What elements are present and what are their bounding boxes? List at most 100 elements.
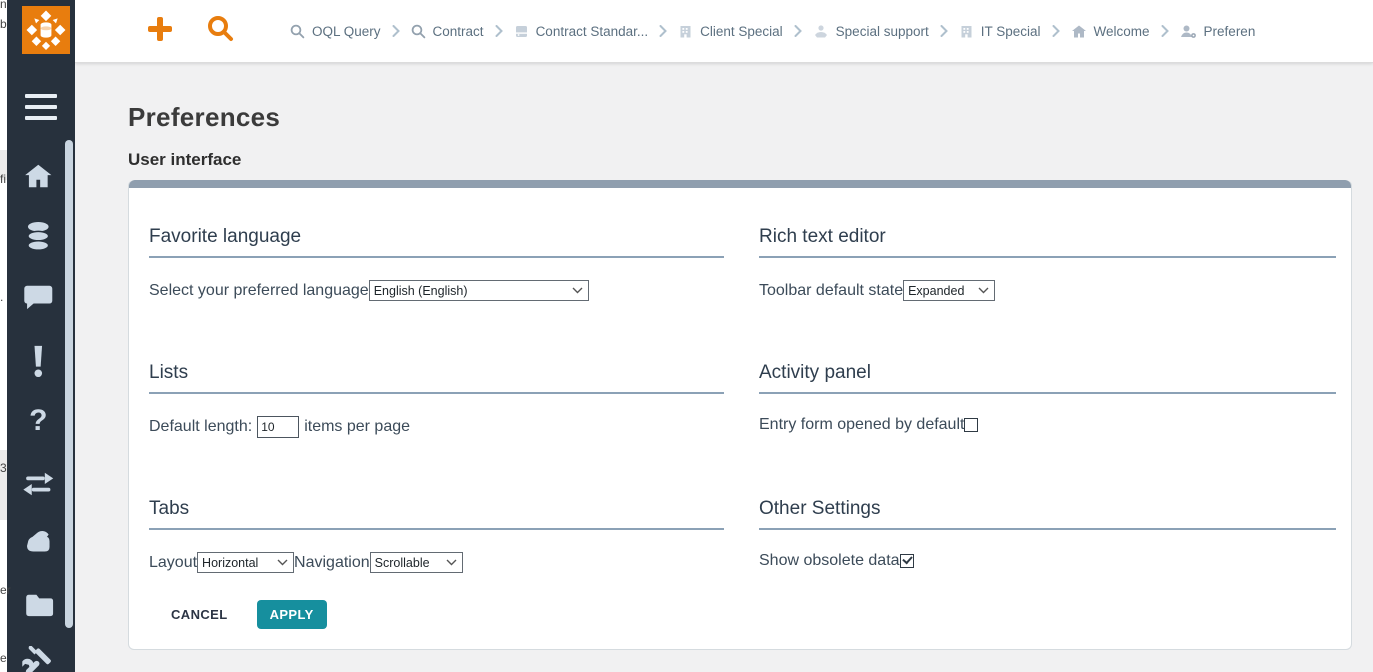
chevron-right-icon — [392, 25, 400, 37]
tabs-layout-select[interactable]: Horizontal — [197, 552, 294, 573]
itop-logo-icon — [26, 10, 66, 50]
exchange-arrows-icon — [22, 470, 54, 498]
section-divider — [149, 256, 724, 258]
default-length-input[interactable] — [257, 416, 299, 438]
itop-logo[interactable] — [22, 6, 70, 54]
menu-toggle-button[interactable] — [25, 94, 57, 126]
support-hand-icon — [813, 24, 829, 39]
search-icon — [206, 15, 234, 43]
edge-text-fragment: fi — [0, 172, 6, 186]
section-divider — [759, 528, 1336, 530]
tabs-navigation-select[interactable]: Scrollable — [370, 552, 463, 573]
items-per-page-label: items per page — [304, 418, 410, 436]
search-icon — [411, 24, 426, 39]
folder-icon — [23, 591, 53, 617]
chevron-down-icon — [572, 287, 583, 294]
background-page-sliver: n b fi . 3 er e — [0, 0, 7, 672]
section-favorite-language: Favorite language Select your preferred … — [149, 224, 724, 304]
section-activity-panel: Activity panel Entry form opened by defa… — [759, 360, 1336, 440]
edge-text-fragment: er — [0, 583, 11, 597]
chevron-right-icon — [1052, 25, 1060, 37]
form-actions: CANCEL APPLY — [149, 596, 1336, 632]
sidebar-item-documents[interactable] — [21, 587, 55, 621]
edge-text-fragment: b — [0, 17, 7, 31]
toolbar-state-select-value: Expanded — [908, 284, 964, 298]
toolbar-state-select[interactable]: Expanded — [903, 280, 995, 301]
cancel-button[interactable]: CANCEL — [159, 599, 240, 630]
organization-icon — [959, 24, 974, 39]
sidebar-item-transfer[interactable] — [21, 467, 55, 501]
search-icon — [290, 24, 305, 39]
question-icon: ? — [29, 404, 47, 438]
itop-preferences-screen: n b fi . 3 er e — [0, 0, 1373, 672]
breadcrumb-label: Client Special — [700, 24, 783, 39]
section-heading: Rich text editor — [759, 224, 886, 250]
global-search-button[interactable] — [206, 15, 234, 48]
section-rich-text-editor: Rich text editor Toolbar default state E… — [759, 224, 1336, 304]
breadcrumb-label: OQL Query — [312, 24, 381, 39]
chevron-down-icon — [277, 559, 288, 566]
breadcrumb-label: Contract Standar... — [536, 24, 649, 39]
create-new-button[interactable] — [146, 15, 174, 48]
database-icon — [23, 221, 53, 253]
chevron-right-icon — [495, 25, 503, 37]
organization-icon — [678, 24, 693, 39]
breadcrumb-label: Contract — [433, 24, 484, 39]
section-other-settings: Other Settings Show obsolete data — [759, 496, 1336, 576]
preferences-panel: Favorite language Select your preferred … — [128, 180, 1352, 650]
plus-icon — [146, 15, 174, 43]
apply-button[interactable]: APPLY — [257, 600, 327, 629]
sidebar-item-admin-tools[interactable] — [21, 645, 55, 672]
toolbar-state-label: Toolbar default state — [759, 282, 903, 300]
chevron-right-icon — [794, 25, 802, 37]
breadcrumb-label: Special support — [836, 24, 929, 39]
edge-text-fragment: e — [0, 651, 7, 665]
entry-form-label: Entry form opened by default — [759, 416, 964, 434]
section-divider — [149, 392, 724, 394]
breadcrumb-item-special-support[interactable]: Special support — [813, 24, 929, 39]
show-obsolete-checkbox[interactable] — [900, 554, 914, 568]
edge-text-fragment: 3 — [0, 461, 7, 475]
home-icon — [23, 162, 53, 190]
show-obsolete-label: Show obsolete data — [759, 552, 900, 570]
section-divider — [149, 528, 724, 530]
breadcrumb-item-contract-standard[interactable]: Contract Standar... — [514, 24, 649, 39]
breadcrumb-item-preferences[interactable]: Preferen — [1180, 24, 1256, 39]
breadcrumb-item-it-special[interactable]: IT Special — [959, 24, 1041, 39]
tabs-layout-select-value: Horizontal — [202, 556, 258, 570]
section-heading: Other Settings — [759, 496, 880, 522]
home-icon — [1071, 24, 1087, 39]
drive-icon — [514, 24, 529, 39]
entry-form-checkbox[interactable] — [964, 418, 978, 432]
panel-collapse-bar[interactable] — [129, 180, 1351, 188]
comment-icon — [23, 283, 53, 311]
top-toolbar: OQL Query Contract Contract Standar... C… — [75, 0, 1373, 63]
section-divider — [759, 392, 1336, 394]
sidebar-item-home[interactable] — [21, 159, 55, 193]
sidebar-item-data[interactable] — [21, 220, 55, 254]
section-divider — [759, 256, 1336, 258]
sidebar-item-alerts[interactable] — [21, 344, 55, 378]
tabs-layout-label: Layout — [149, 554, 197, 572]
breadcrumb-item-contract[interactable]: Contract — [411, 24, 484, 39]
breadcrumb-label: IT Special — [981, 24, 1041, 39]
chevron-right-icon — [940, 25, 948, 37]
sidebar-item-help[interactable]: ? — [21, 404, 55, 438]
tabs-navigation-label: Navigation — [294, 554, 370, 572]
language-select[interactable]: English (English) — [369, 280, 589, 301]
page-title: Preferences — [128, 102, 280, 133]
section-tabs: Tabs Layout Horizontal Navigation Scroll… — [149, 496, 724, 576]
user-gear-icon — [1180, 24, 1197, 39]
sidebar-item-services[interactable] — [21, 527, 55, 561]
sidebar-item-messages[interactable] — [21, 280, 55, 314]
breadcrumb: OQL Query Contract Contract Standar... C… — [290, 24, 1255, 39]
breadcrumb-label: Preferen — [1204, 24, 1256, 39]
edge-text-fragment: . — [0, 290, 3, 304]
breadcrumb-item-oql-query[interactable]: OQL Query — [290, 24, 381, 39]
breadcrumb-item-welcome[interactable]: Welcome — [1071, 24, 1150, 39]
breadcrumb-item-client-special[interactable]: Client Special — [678, 24, 783, 39]
sidebar-scrollbar[interactable] — [65, 140, 73, 628]
tools-icon — [22, 646, 54, 672]
chevron-right-icon — [659, 25, 667, 37]
sidebar: ? — [7, 0, 75, 672]
